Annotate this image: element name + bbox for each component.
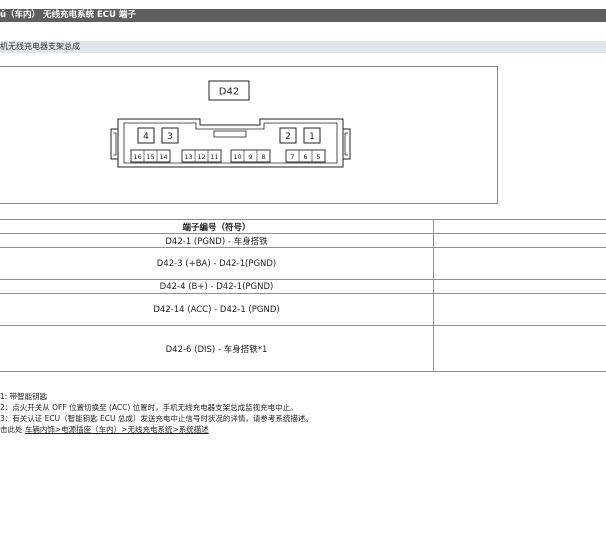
note-2: 2：点火开关从 OFF 位置切换至 (ACC) 位置时，手机无线充电器支架总成监… <box>0 403 298 412</box>
pin-3-label: 3 <box>167 132 173 142</box>
pin-5-label: 5 <box>316 153 320 161</box>
table-row: D42-14 (ACC) - D42-1 (PGND) <box>0 293 606 326</box>
terminal-cell: D42-6 (DIS) - 车身搭铁*1 <box>0 325 434 372</box>
pin-12-label: 12 <box>197 153 205 161</box>
key-slot <box>213 130 247 138</box>
value-cell <box>433 279 606 294</box>
pin-1-label: 1 <box>309 132 315 142</box>
table-row: D42-1 (PGND) - 车身搭铁 <box>0 233 606 248</box>
note-1: 1: 带智能钥匙 <box>0 392 48 401</box>
pin-13-label: 13 <box>184 153 192 161</box>
notes-section: 1: 带智能钥匙 2：点火开关从 OFF 位置切换至 (ACC) 位置时，手机无… <box>0 391 606 435</box>
connector-label: D42 <box>219 87 239 98</box>
empty-header-cell <box>433 219 606 234</box>
terminal-table: 端子编号（符号） D42-1 (PGND) - 车身搭铁 D42-3 (+BA)… <box>0 219 606 372</box>
connector-diagram: D42 4 3 2 1 16 15 14 13 12 11 10 9 8 7 6… <box>0 66 498 204</box>
pin-7-label: 7 <box>290 153 294 161</box>
table-header-row: 端子编号（符号） <box>0 219 606 234</box>
pin-16-label: 16 <box>133 153 141 161</box>
note-4: 击此处 车辆内饰>电源插座（车内）>无线充电系统>系统描述 <box>0 424 606 435</box>
pin-11-label: 11 <box>210 153 218 161</box>
page-title: ǔ（车内） 无线充电系统 ECU 端子 <box>0 9 606 22</box>
terminal-cell: D42-3 (+BA) - D42-1(PGND) <box>0 247 434 280</box>
terminal-cell: D42-4 (B+) - D42-1(PGND) <box>0 279 434 294</box>
connector-svg: D42 4 3 2 1 16 15 14 13 12 11 10 9 8 7 6… <box>110 80 351 168</box>
right-latch <box>343 128 351 160</box>
system-description-link[interactable]: 车辆内饰>电源插座（车内）>无线充电系统>系统描述 <box>25 425 209 434</box>
section-header: 机无线充电器支架总成 <box>0 41 606 53</box>
value-cell <box>433 293 606 326</box>
pin-14-label: 14 <box>159 153 167 161</box>
table-row: D42-6 (DIS) - 车身搭铁*1 <box>0 325 606 372</box>
pin-2-label: 2 <box>285 132 291 142</box>
table-row: D42-3 (+BA) - D42-1(PGND) <box>0 247 606 280</box>
value-cell <box>433 247 606 280</box>
note-4-prefix: 击此处 <box>0 425 23 434</box>
terminal-cell: D42-1 (PGND) - 车身搭铁 <box>0 233 434 248</box>
left-latch <box>110 128 118 160</box>
pin-9-label: 9 <box>248 153 252 161</box>
pin-8-label: 8 <box>261 153 265 161</box>
pin-6-label: 6 <box>303 153 307 161</box>
terminal-cell: D42-14 (ACC) - D42-1 (PGND) <box>0 293 434 326</box>
terminal-no-header: 端子编号（符号） <box>0 219 434 234</box>
table-row: D42-4 (B+) - D42-1(PGND) <box>0 279 606 294</box>
pin-10-label: 10 <box>233 153 241 161</box>
value-cell <box>433 233 606 248</box>
value-cell <box>433 325 606 372</box>
pin-15-label: 15 <box>146 153 154 161</box>
note-3: 3：有关认证 ECU（智能钥匙 ECU 总成）发送充电中止信号时状况的详情，请参… <box>0 414 313 423</box>
pin-4-label: 4 <box>143 132 149 142</box>
